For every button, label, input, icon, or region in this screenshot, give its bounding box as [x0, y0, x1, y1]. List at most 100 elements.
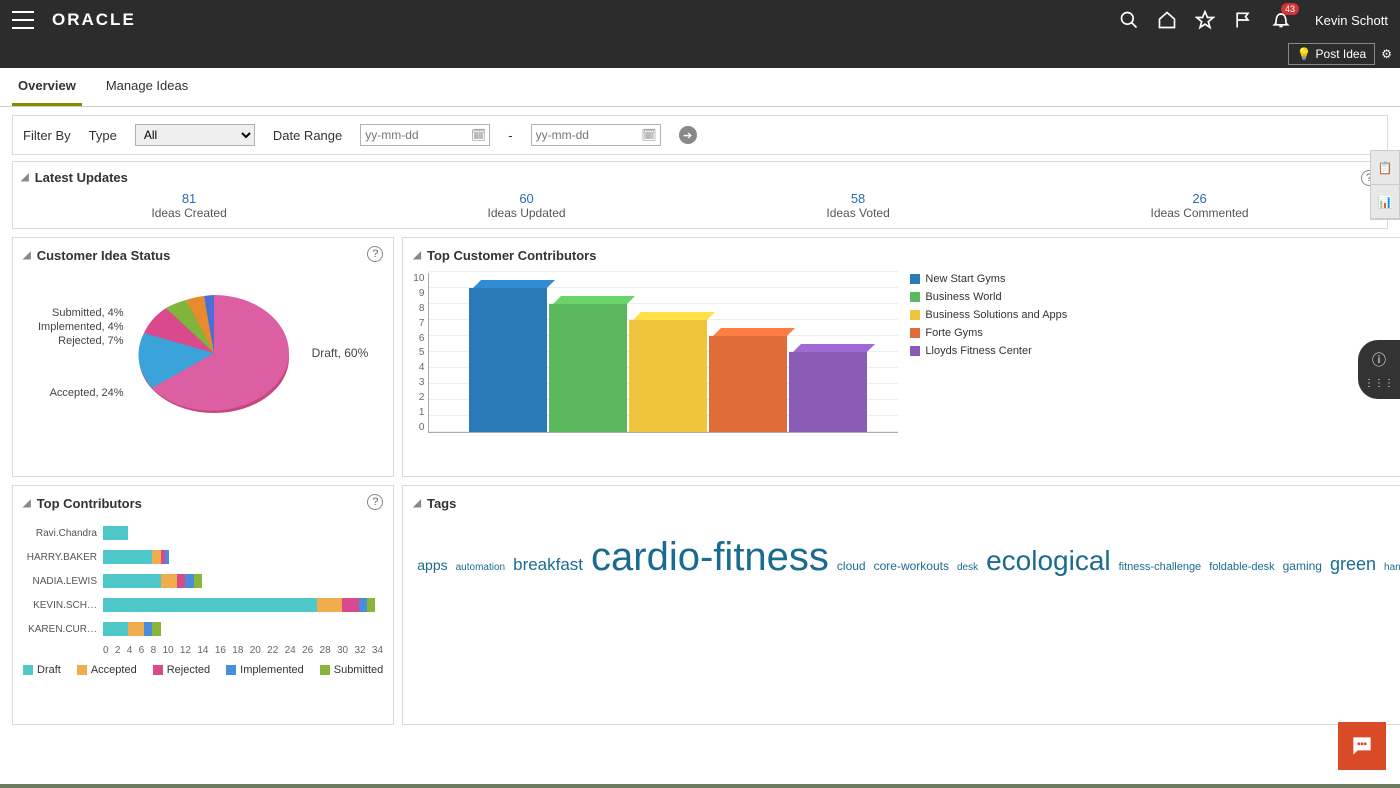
tag-link[interactable]: ecological: [986, 545, 1111, 576]
flag-icon[interactable]: [1233, 10, 1253, 30]
bar[interactable]: [789, 344, 867, 432]
bar-segment[interactable]: [165, 550, 169, 564]
stat-number: 58: [826, 191, 889, 206]
tag-link[interactable]: green: [1330, 554, 1376, 574]
bar-segment[interactable]: [194, 574, 202, 588]
stat[interactable]: 60Ideas Updated: [488, 191, 566, 220]
tag-link[interactable]: cardio-fitness: [591, 535, 829, 579]
star-icon[interactable]: [1195, 10, 1215, 30]
tag-link[interactable]: desk: [957, 562, 978, 573]
bar-segment[interactable]: [185, 574, 193, 588]
legend-item[interactable]: Submitted: [320, 664, 384, 676]
collapse-icon[interactable]: ◢: [23, 250, 31, 261]
side-rail: 📋 📊: [1370, 150, 1400, 220]
stat[interactable]: 26Ideas Commented: [1151, 191, 1249, 220]
post-idea-label: Post Idea: [1316, 47, 1367, 61]
type-select[interactable]: All: [135, 124, 255, 146]
bar-segment[interactable]: [177, 574, 185, 588]
clipboard-icon[interactable]: 📋: [1371, 151, 1399, 185]
latest-updates-panel: ◢Latest Updates ? 81Ideas Created60Ideas…: [12, 161, 1388, 229]
bar-segment[interactable]: [161, 574, 177, 588]
stat-label: Ideas Updated: [488, 206, 566, 220]
bar-row: KEVIN.SCH…: [23, 593, 383, 617]
legend-item[interactable]: Rejected: [153, 664, 210, 676]
bar[interactable]: [629, 312, 707, 432]
legend-item[interactable]: Draft: [23, 664, 61, 676]
info-widget[interactable]: ⓘ ⋮⋮⋮: [1358, 340, 1400, 399]
legend-item[interactable]: New Start Gyms: [910, 273, 1067, 285]
filter-go-button[interactable]: ➔: [679, 126, 697, 144]
bar-segment[interactable]: [103, 526, 128, 540]
tab-overview[interactable]: Overview: [12, 68, 82, 106]
bar-segment[interactable]: [144, 622, 152, 636]
notifications-button[interactable]: 43: [1271, 9, 1291, 32]
bar-segment[interactable]: [152, 550, 160, 564]
chat-button[interactable]: [1338, 722, 1386, 770]
tag-link[interactable]: foldable-desk: [1209, 561, 1274, 573]
tag-link[interactable]: hand: [1384, 562, 1400, 573]
collapse-icon[interactable]: ◢: [413, 250, 421, 261]
bar-segment[interactable]: [103, 550, 152, 564]
tags-panel: ◢Tags ? appsautomationbreakfastcardio-fi…: [402, 485, 1400, 725]
stat-number: 81: [151, 191, 226, 206]
date-dash: -: [508, 128, 512, 143]
search-icon[interactable]: [1119, 10, 1139, 30]
post-idea-button[interactable]: 💡 Post Idea: [1288, 43, 1376, 65]
stat[interactable]: 81Ideas Created: [151, 191, 226, 220]
tag-link[interactable]: fitness-challenge: [1119, 561, 1202, 573]
tag-link[interactable]: gaming: [1283, 559, 1322, 573]
barchart-icon[interactable]: 📊: [1371, 185, 1399, 219]
tag-link[interactable]: apps: [417, 557, 447, 573]
bar-segment[interactable]: [317, 598, 342, 612]
bar-chart: [428, 273, 898, 433]
bar-label: NADIA.LEWIS: [23, 576, 103, 587]
tag-link[interactable]: automation: [456, 562, 505, 573]
bar[interactable]: [469, 280, 547, 432]
home-icon[interactable]: [1157, 10, 1177, 30]
bar-row: KAREN.CUR…: [23, 617, 383, 641]
legend-item[interactable]: Accepted: [77, 664, 137, 676]
top-customer-contributors-panel: ◢Top Customer Contributors ? 10987654321…: [402, 237, 1400, 477]
user-name[interactable]: Kevin Schott: [1315, 13, 1388, 28]
type-label: Type: [89, 128, 117, 143]
bar-segment[interactable]: [128, 622, 144, 636]
bar-segment[interactable]: [103, 598, 317, 612]
date-range-label: Date Range: [273, 128, 342, 143]
legend-item[interactable]: Business Solutions and Apps: [910, 309, 1067, 321]
bar-segment[interactable]: [342, 598, 358, 612]
stacked-bar-chart: Ravi.ChandraHARRY.BAKER NADIA.LEWIS KEVIN.…: [23, 521, 383, 676]
legend-item[interactable]: Lloyds Fitness Center: [910, 345, 1067, 357]
stat-label: Ideas Commented: [1151, 206, 1249, 220]
settings-icon[interactable]: ⚙: [1381, 47, 1392, 61]
tab-manage-ideas[interactable]: Manage Ideas: [100, 68, 194, 106]
tag-link[interactable]: breakfast: [513, 555, 583, 574]
bar[interactable]: [549, 296, 627, 432]
collapse-icon[interactable]: ◢: [21, 172, 29, 183]
tag-link[interactable]: core-workouts: [874, 559, 949, 573]
legend-item[interactable]: Forte Gyms: [910, 327, 1067, 339]
bar-segment[interactable]: [359, 598, 367, 612]
bar-segment[interactable]: [103, 574, 161, 588]
calendar-icon[interactable]: 🗓: [641, 128, 656, 142]
bar-segment[interactable]: [152, 622, 160, 636]
bar[interactable]: [709, 328, 787, 432]
tag-link[interactable]: cloud: [837, 559, 866, 573]
calendar-icon[interactable]: 🗓: [471, 128, 486, 142]
filter-by-label: Filter By: [23, 128, 71, 143]
stat[interactable]: 58Ideas Voted: [826, 191, 889, 220]
filter-bar: Filter By Type All Date Range 🗓 - 🗓 ➔: [12, 115, 1388, 155]
tags-title: Tags: [427, 496, 456, 511]
pie-label-rejected: Rejected, 7%: [38, 335, 124, 347]
collapse-icon[interactable]: ◢: [23, 498, 31, 509]
bar-segment[interactable]: [367, 598, 375, 612]
bar-row: HARRY.BAKER: [23, 545, 383, 569]
collapse-icon[interactable]: ◢: [413, 498, 421, 509]
top-customer-contributors-title: Top Customer Contributors: [427, 248, 596, 263]
notification-badge: 43: [1281, 3, 1299, 15]
menu-icon[interactable]: [12, 11, 34, 29]
pie-label-submitted: Submitted, 4%: [38, 307, 124, 319]
bar-segment[interactable]: [103, 622, 128, 636]
legend-item[interactable]: Business World: [910, 291, 1067, 303]
legend-item[interactable]: Implemented: [226, 664, 304, 676]
bar-row: Ravi.Chandra: [23, 521, 383, 545]
